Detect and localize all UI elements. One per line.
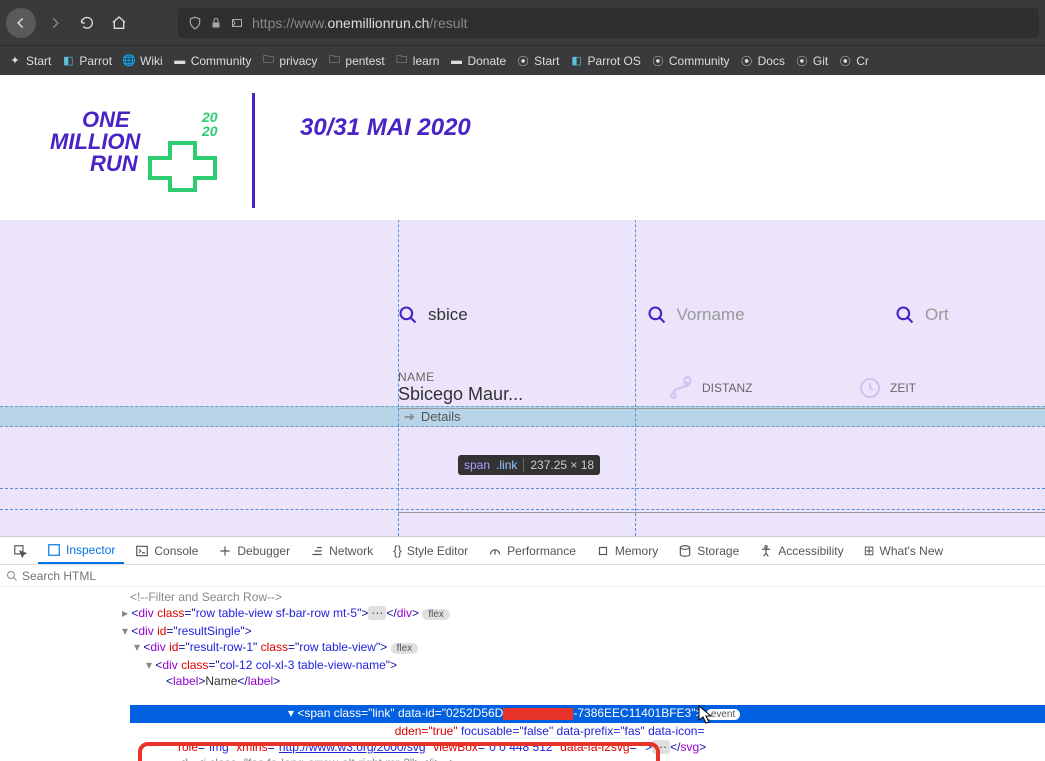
bookmark-start2[interactable]: ⦿Start (516, 54, 559, 68)
zeit-label: ZEIT (890, 381, 916, 395)
shield-icon (188, 16, 202, 30)
highlighted-dom-node[interactable]: ▾ <span class="link" data-id="0252D56D-7… (130, 705, 1045, 723)
bookmark-start[interactable]: ✦Start (8, 54, 51, 68)
url-text: https://www.onemillionrun.ch/result (252, 15, 468, 31)
bookmark-parrot[interactable]: ◧Parrot (61, 54, 112, 68)
tab-whatsnew[interactable]: ⊞What's New (855, 537, 953, 564)
bookmark-privacy[interactable]: 🗀privacy (261, 54, 317, 68)
divider (252, 93, 255, 208)
details-link-row[interactable]: ➔ Details (0, 406, 1045, 427)
details-label: Details (421, 409, 461, 424)
event-date: 30/31 MAI 2020 (300, 114, 471, 142)
home-button[interactable] (106, 10, 132, 36)
column-zeit: ZEIT (858, 370, 916, 405)
tooltip-tag: span (464, 458, 490, 472)
page-content: ONE MILLION RUN 20 20 30/31 MAI 2020 NAM… (0, 75, 1045, 536)
devtools-tabs: Inspector Console Debugger Network {}Sty… (0, 537, 1045, 565)
tab-inspector[interactable]: Inspector (38, 537, 124, 564)
devtools-dom-tree[interactable]: <!--Filter and Search Row--> ▸ <div clas… (0, 587, 1045, 761)
logo-text: RUN (90, 151, 138, 177)
bookmark-docs[interactable]: ⦿Docs (740, 54, 785, 68)
devtools-picker[interactable] (4, 537, 36, 564)
name-label: NAME (398, 370, 668, 384)
divider (398, 408, 1045, 409)
result-name: Sbicego Maur... (398, 384, 668, 405)
permissions-icon (230, 17, 244, 29)
search-vorname-cell (647, 305, 896, 325)
url-bar[interactable]: https://www.onemillionrun.ch/result (178, 8, 1039, 38)
tooltip-dims: 237.25 × 18 (523, 458, 594, 472)
bookmark-parrotos[interactable]: ◧Parrot OS (570, 54, 641, 68)
bookmark-pentest[interactable]: 🗀pentest (327, 54, 384, 68)
search-row (0, 305, 1045, 325)
search-name-cell (398, 305, 647, 325)
inspector-tooltip: span .link 237.25 × 18 (458, 455, 600, 475)
tab-performance[interactable]: Performance (479, 537, 585, 564)
tab-debugger[interactable]: Debugger (209, 537, 299, 564)
divider (398, 512, 1045, 513)
devtools-search-input[interactable] (22, 569, 322, 583)
tab-accessibility[interactable]: Accessibility (750, 537, 852, 564)
search-icon (398, 305, 418, 325)
tab-network[interactable]: Network (301, 537, 382, 564)
distanz-label: DISTANZ (702, 381, 752, 395)
back-button[interactable] (6, 8, 36, 38)
column-distanz: DISTANZ (668, 370, 858, 405)
search-ort-cell (895, 305, 1045, 325)
result-header-row: NAME Sbicego Maur... DISTANZ ZEIT (0, 370, 1045, 405)
search-vorname-input[interactable] (677, 305, 857, 325)
redacted-block (503, 708, 573, 720)
search-icon (6, 570, 18, 582)
arrow-right-icon: ➔ (404, 409, 415, 425)
bookmark-learn[interactable]: 🗀learn (395, 54, 440, 68)
search-ort-input[interactable] (925, 305, 1045, 325)
search-name-input[interactable] (428, 305, 608, 325)
inspector-guide (0, 509, 1045, 510)
logo-cross-icon (140, 138, 230, 193)
tab-memory[interactable]: Memory (587, 537, 667, 564)
tab-style-editor[interactable]: {}Style Editor (384, 537, 477, 564)
tab-storage[interactable]: Storage (669, 537, 748, 564)
inspector-guide (0, 488, 1045, 489)
bookmark-donate[interactable]: ▬Donate (449, 54, 506, 68)
column-name: NAME Sbicego Maur... (398, 370, 668, 405)
bookmarks-bar: ✦Start ◧Parrot 🌐Wiki ▬Community 🗀privacy… (0, 45, 1045, 75)
reload-button[interactable] (74, 10, 100, 36)
logo[interactable]: ONE MILLION RUN 20 20 (30, 103, 210, 193)
lock-icon (210, 17, 222, 29)
route-icon (668, 375, 694, 401)
devtools-panel: Inspector Console Debugger Network {}Sty… (0, 536, 1045, 761)
bookmark-community2[interactable]: ⦿Community (651, 54, 730, 68)
browser-nav-bar: https://www.onemillionrun.ch/result (0, 0, 1045, 45)
devtools-search-bar (0, 565, 1045, 587)
bookmark-wiki[interactable]: 🌐Wiki (122, 54, 163, 68)
bookmark-cr[interactable]: ⦿Cr (838, 54, 869, 68)
tooltip-class: .link (496, 458, 517, 472)
clock-icon (858, 376, 882, 400)
logo-year: 20 (202, 123, 218, 139)
search-icon (647, 305, 667, 325)
tab-console[interactable]: Console (126, 537, 207, 564)
bookmark-community[interactable]: ▬Community (173, 54, 252, 68)
bookmark-git[interactable]: ⦿Git (795, 54, 828, 68)
search-icon (895, 305, 915, 325)
forward-button[interactable] (42, 10, 68, 36)
page-header: ONE MILLION RUN 20 20 30/31 MAI 2020 (0, 75, 1045, 220)
